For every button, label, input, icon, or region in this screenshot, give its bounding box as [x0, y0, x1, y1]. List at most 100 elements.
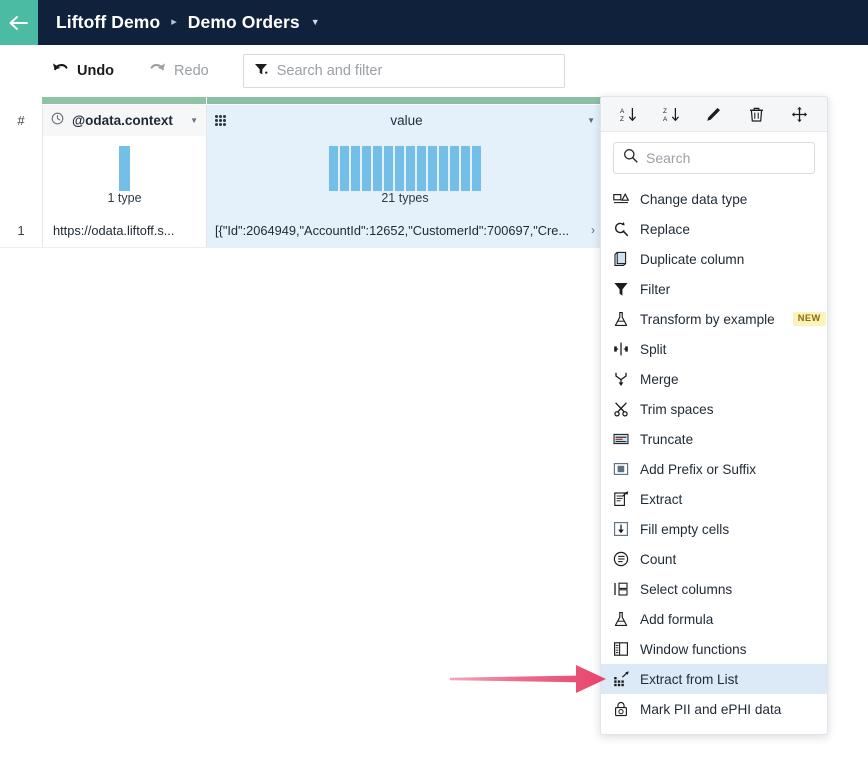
undo-button[interactable]: Undo: [45, 55, 120, 87]
menu-item-replace[interactable]: Replace: [601, 214, 827, 244]
histogram-bar: [351, 146, 360, 191]
filter-icon: [254, 62, 268, 81]
menu-item-label: Replace: [640, 221, 690, 237]
editor-toolbar: Undo Redo Search and filter: [0, 45, 868, 97]
menu-item-label: Fill empty cells: [640, 521, 730, 537]
menu-item-label: Add Prefix or Suffix: [640, 461, 757, 477]
column-quality-bars: [0, 97, 604, 105]
menu-item-split[interactable]: Split: [601, 334, 827, 364]
menu-item-duplicate-column[interactable]: Duplicate column: [601, 244, 827, 274]
breadcrumb-separator-icon: ▸: [171, 16, 177, 28]
menu-item-select-columns[interactable]: Select columns: [601, 574, 827, 604]
filter-icon: [613, 281, 629, 297]
count-icon: [613, 551, 629, 567]
redo-button[interactable]: Redo: [142, 55, 215, 87]
table-row[interactable]: 1 https://odata.liftoff.s... [{"Id":2064…: [0, 213, 604, 248]
redo-icon: [148, 60, 167, 82]
menu-item-label: Add formula: [640, 611, 714, 627]
data-grid: # @odata.context ▼ value ▼ 1 type 21 typ…: [0, 97, 604, 248]
column-header-odata-context[interactable]: @odata.context ▼: [42, 105, 207, 136]
quality-bar-context: [42, 97, 206, 104]
menu-item-trim-spaces[interactable]: Trim spaces: [601, 394, 827, 424]
column-name-value: value: [390, 113, 423, 128]
drag-dots-icon[interactable]: [215, 115, 226, 126]
context-menu-toolbar: A Z Z A: [601, 97, 827, 132]
chevron-down-icon[interactable]: ▼: [311, 18, 320, 27]
context-menu-item-list: Change data type Replace Duplicate column F…: [601, 183, 827, 724]
menu-item-label: Truncate: [640, 431, 694, 447]
search-and-filter-input[interactable]: Search and filter: [242, 54, 565, 88]
histogram-odata-context: [43, 146, 206, 191]
clock-icon: [51, 112, 64, 130]
menu-item-extract-from-list[interactable]: Extract from List: [601, 664, 827, 694]
histogram-bar: [417, 146, 426, 191]
context-menu-search-placeholder: Search: [646, 150, 691, 166]
undo-icon: [51, 60, 70, 82]
menu-item-window-functions[interactable]: Window functions: [601, 634, 827, 664]
menu-item-transform-by-example[interactable]: Transform by example NEW: [601, 304, 827, 334]
window-functions-icon: [613, 641, 629, 657]
menu-item-label: Change data type: [640, 191, 748, 207]
cell-value[interactable]: [{"Id":2064949,"AccountId":12652,"Custom…: [207, 213, 604, 247]
menu-item-count[interactable]: Count: [601, 544, 827, 574]
back-button[interactable]: [0, 0, 38, 45]
context-menu-search-input[interactable]: Search: [613, 142, 815, 174]
row-number-header: #: [0, 105, 42, 136]
column-header-value[interactable]: value ▼: [207, 105, 604, 136]
menu-item-extract[interactable]: Extract: [601, 484, 827, 514]
truncate-icon: [613, 431, 629, 447]
column-profile-row: 1 type 21 types: [0, 136, 604, 214]
sort-ascending-icon[interactable]: A Z: [613, 101, 643, 127]
histogram-bar: [395, 146, 404, 191]
menu-item-label: Split: [640, 341, 667, 357]
row-number-cell: 1: [0, 213, 42, 247]
move-icon[interactable]: [785, 101, 815, 127]
breadcrumb-current[interactable]: Demo Orders: [188, 12, 300, 33]
chevron-right-icon[interactable]: ›: [591, 223, 595, 237]
menu-item-truncate[interactable]: Truncate: [601, 424, 827, 454]
histogram-bar: [340, 146, 349, 191]
menu-item-label: Extract: [640, 491, 683, 507]
column-menu-caret-value-icon[interactable]: ▼: [587, 116, 595, 125]
types-label-odata-context: 1 type: [107, 191, 142, 205]
menu-item-label: Select columns: [640, 581, 733, 597]
svg-text:Z: Z: [663, 108, 667, 115]
menu-item-label: Merge: [640, 371, 679, 387]
menu-item-label: Filter: [640, 281, 671, 297]
menu-item-mark-pii-and-ephi-data[interactable]: Mark PII and ePHI data: [601, 694, 827, 724]
menu-item-filter[interactable]: Filter: [601, 274, 827, 304]
redo-label: Redo: [174, 63, 209, 79]
profile-row-number-cell: [0, 136, 42, 213]
app-header-bar: Liftoff Demo ▸ Demo Orders ▼: [0, 0, 868, 45]
extract-icon: [613, 491, 629, 507]
menu-item-label: Duplicate column: [640, 251, 745, 267]
trash-delete-icon[interactable]: [742, 101, 772, 127]
breadcrumb-root[interactable]: Liftoff Demo: [56, 12, 160, 33]
histogram-bar: [450, 146, 459, 191]
profile-cell-odata-context: 1 type: [42, 136, 207, 213]
menu-item-add-formula[interactable]: Add formula: [601, 604, 827, 634]
menu-item-merge[interactable]: Merge: [601, 364, 827, 394]
histogram-value: [207, 146, 603, 191]
menu-item-label: Count: [640, 551, 677, 567]
sort-descending-icon[interactable]: Z A: [656, 101, 686, 127]
svg-text:A: A: [620, 108, 625, 115]
extract-from-list-icon: [613, 671, 629, 687]
svg-text:A: A: [663, 116, 668, 123]
types-label-value: 21 types: [381, 191, 429, 205]
histogram-bar: [461, 146, 470, 191]
fill-empty-cells-icon: [613, 521, 629, 537]
menu-item-label: Extract from List: [640, 671, 739, 687]
menu-item-add-prefix-or-suffix[interactable]: Add Prefix or Suffix: [601, 454, 827, 484]
profile-cell-value: 21 types: [207, 136, 604, 213]
lock-pii-icon: [613, 701, 629, 717]
select-columns-icon: [613, 581, 629, 597]
pointer-arrow-icon: [448, 657, 608, 701]
edit-pencil-icon[interactable]: [699, 101, 729, 127]
menu-item-change-data-type[interactable]: Change data type: [601, 184, 827, 214]
undo-label: Undo: [77, 63, 115, 79]
flask-icon: [613, 311, 629, 327]
column-menu-caret-context-icon[interactable]: ▼: [190, 116, 198, 125]
menu-item-fill-empty-cells[interactable]: Fill empty cells: [601, 514, 827, 544]
cell-odata-context[interactable]: https://odata.liftoff.s...: [42, 213, 207, 247]
